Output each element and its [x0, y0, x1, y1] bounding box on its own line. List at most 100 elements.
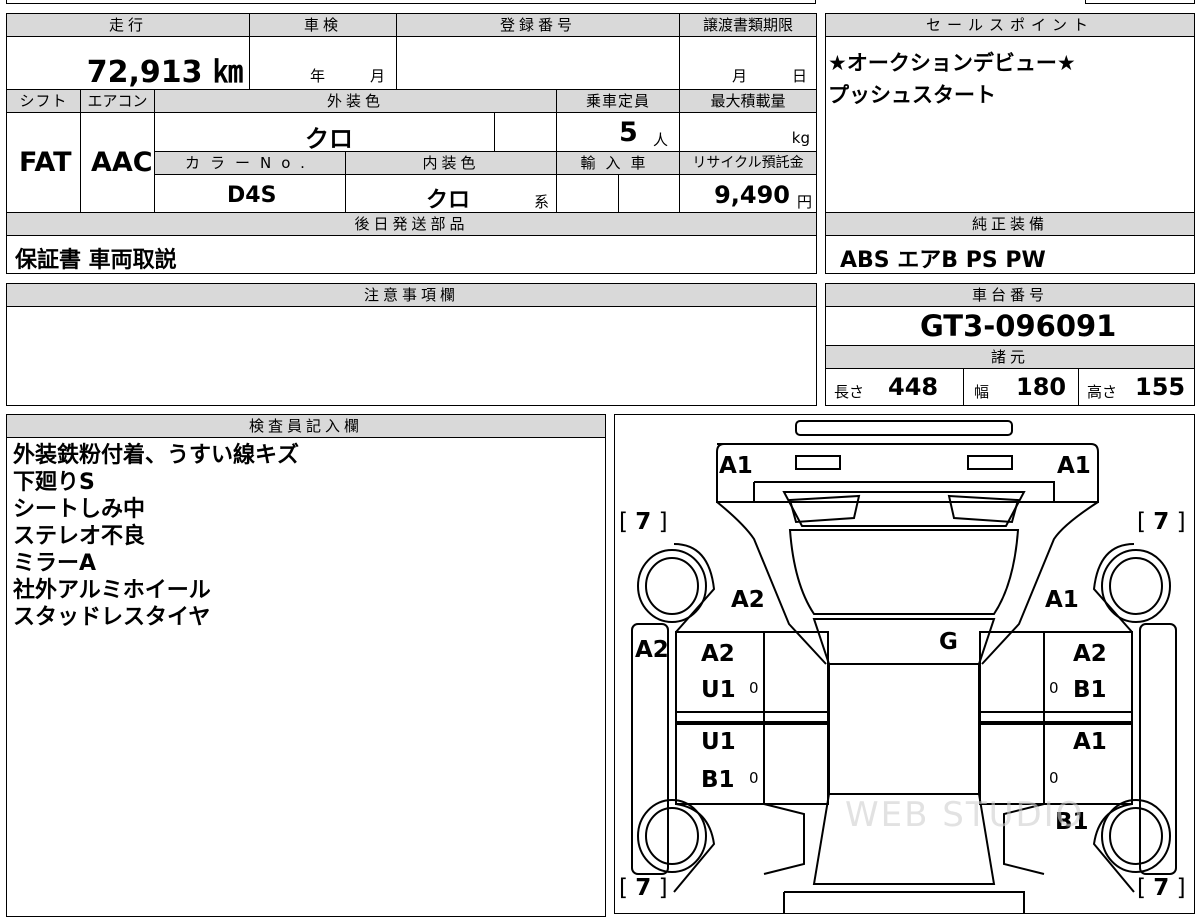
int-color-suffix: 系 — [534, 193, 550, 211]
int-color-cell: クロ 系 — [345, 174, 557, 213]
mark-door-fl-2: U1 — [701, 677, 736, 703]
headlight-right — [967, 455, 1013, 470]
mark-door-fl-1: A2 — [701, 641, 735, 667]
ac-header: エアコン — [80, 89, 155, 113]
import-cell-1 — [556, 174, 619, 213]
fender-rear-left — [673, 803, 716, 893]
shaken-cell: 年 月 — [249, 36, 397, 90]
registration-cell — [396, 36, 680, 90]
spec-height-label: 高さ — [1087, 383, 1118, 401]
inspector-note: 社外アルミホイール — [13, 578, 211, 603]
transfer-cell: 月 日 — [679, 36, 817, 90]
door-front-right — [979, 631, 1133, 723]
maxload-unit: kg — [791, 129, 810, 147]
recycle-value: 9,490 — [714, 181, 790, 209]
windshield — [788, 529, 1020, 615]
mark-pillar-left: A2 — [635, 637, 669, 663]
sales-point-cell: ★オークションデビュー★ プッシュスタート — [825, 36, 1195, 213]
color-no-cell: D4S — [154, 174, 346, 213]
shaken-header: 車検 — [249, 13, 397, 37]
wheel-front-left-inner — [645, 557, 699, 615]
mark-zero-3: 0 — [749, 769, 759, 787]
mark-door-rr-1: A1 — [1073, 729, 1107, 755]
vent-right — [947, 494, 1020, 524]
mirror-left — [763, 803, 805, 875]
maxload-header: 最大積載量 — [679, 89, 817, 113]
import-cell-2 — [618, 174, 680, 213]
mark-zero-1: 0 — [749, 679, 759, 697]
wheel-rear-left — [637, 799, 707, 873]
cabin — [828, 663, 980, 795]
transfer-month-label: 月 — [732, 67, 748, 85]
shift-header: シフト — [6, 89, 81, 113]
mark-zero-4: 0 — [1049, 769, 1059, 787]
tire-rr-mark: [ 7 ] — [1137, 875, 1186, 901]
int-color-header: 内装色 — [345, 151, 557, 175]
import-header: 輸入車 — [556, 151, 680, 175]
wheel-front-right-inner — [1109, 557, 1163, 615]
mark-zero-2: 0 — [1049, 679, 1059, 697]
mark-roof: G — [939, 629, 958, 655]
mileage-cell: 72,913 ㎞ — [6, 36, 250, 90]
front-panel — [716, 443, 1099, 503]
mark-door-fr-1: A2 — [1073, 641, 1107, 667]
equipment-cell: ABS エアB PS PW — [825, 235, 1195, 274]
fender-rear-right — [1092, 803, 1135, 893]
shaken-year-label: 年 — [310, 67, 326, 85]
spec-width-label: 幅 — [974, 383, 990, 401]
tire-fl-mark: [ 7 ] — [619, 509, 668, 535]
capacity-value: 5 — [619, 117, 638, 148]
spec-length-cell: 長さ 448 — [825, 368, 964, 406]
wheel-rear-right — [1101, 799, 1171, 873]
spec-length-label: 長さ — [834, 383, 865, 401]
int-color-value: クロ — [426, 188, 471, 213]
top-strip — [6, 0, 816, 4]
inspector-note: スタッドレスタイヤ — [13, 605, 211, 630]
wheel-rear-right-inner — [1109, 807, 1163, 865]
sales-point-header: セールスポイント — [825, 13, 1195, 37]
inspector-note: 外装鉄粉付着、うすい線キズ — [13, 443, 300, 468]
ext-color-header: 外装色 — [154, 89, 557, 113]
equipment-header: 純正装備 — [825, 212, 1195, 236]
capacity-header: 乗車定員 — [556, 89, 680, 113]
inspector-note: ミラーA — [13, 551, 97, 576]
caution-header: 注意事項欄 — [6, 283, 817, 307]
door-rear-left — [675, 721, 829, 805]
vent-left — [788, 494, 861, 524]
tire-rl-mark: [ 7 ] — [619, 875, 668, 901]
recycle-header: リサイクル預託金 — [679, 151, 817, 175]
recycle-unit: 円 — [796, 193, 812, 211]
later-parts-header: 後日発送部品 — [6, 212, 817, 236]
sales-line-1: ★オークションデビュー★ — [828, 51, 1076, 75]
watermark: WEB STUDIO — [845, 795, 1085, 835]
front-bumper-strip — [795, 420, 1013, 436]
roof — [812, 618, 996, 665]
spec-height-cell: 高さ 155 — [1078, 368, 1195, 406]
inspector-note: ステレオ不良 — [13, 524, 146, 549]
inspector-header: 検査員記入欄 — [6, 414, 606, 438]
color-no-value: D4S — [227, 183, 277, 208]
wheel-front-left — [637, 549, 707, 623]
color-no-header: カラーNo. — [154, 151, 346, 175]
spec-length-value: 448 — [888, 373, 939, 401]
door-front-left — [675, 631, 829, 723]
maxload-cell: kg — [679, 112, 817, 152]
capacity-cell: 5 人 — [556, 112, 680, 152]
mark-door-rl-2: B1 — [701, 767, 735, 793]
mileage-header: 走行 — [6, 13, 250, 37]
mark-front-right: A1 — [1057, 453, 1091, 479]
chassis-header: 車台番号 — [825, 283, 1195, 307]
ac-value: AAC — [91, 147, 153, 178]
inspector-note: シートしみ中 — [13, 497, 146, 522]
mark-fender-fl: A2 — [731, 587, 765, 613]
transfer-day-label: 日 — [792, 67, 808, 85]
shaken-month-label: 月 — [370, 67, 386, 85]
recycle-cell: 9,490 円 — [679, 174, 817, 213]
wheel-rear-left-inner — [645, 807, 699, 865]
ac-cell: AAC — [80, 112, 155, 213]
equipment-value: ABS エアB PS PW — [840, 248, 1046, 273]
capacity-unit: 人 — [653, 131, 669, 149]
registration-header: 登録番号 — [396, 13, 680, 37]
wheel-front-right — [1101, 549, 1171, 623]
top-strip-right — [1085, 0, 1195, 4]
